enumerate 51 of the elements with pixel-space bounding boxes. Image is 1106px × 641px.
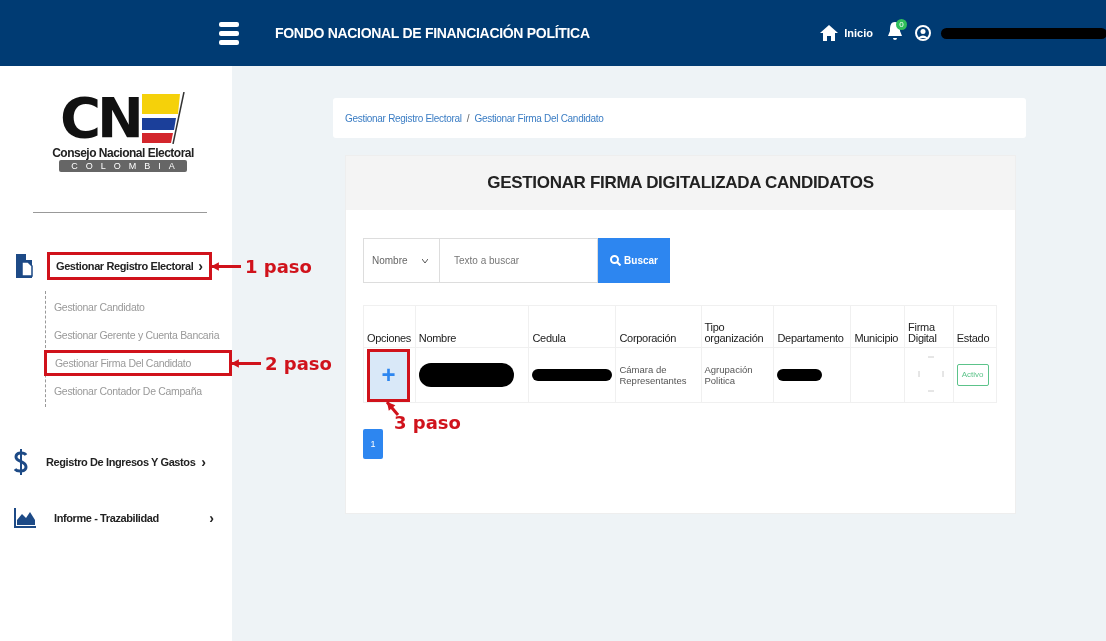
- search-button[interactable]: Buscar: [598, 238, 670, 283]
- column-header: Departamento: [773, 305, 851, 348]
- logo-country: COLOMBIA: [59, 160, 187, 172]
- user-icon[interactable]: [915, 25, 931, 41]
- home-icon[interactable]: [820, 25, 839, 41]
- column-header: Nombre: [415, 305, 529, 348]
- panel-title: GESTIONAR FIRMA DIGITALIZADA CANDIDATOS: [487, 173, 874, 193]
- status-badge: Activo: [956, 364, 989, 386]
- document-icon: [14, 254, 34, 278]
- submenu-item[interactable]: Gestionar Candidato: [46, 301, 151, 313]
- menu-icon[interactable]: [219, 21, 239, 45]
- chevron-icon: ›: [205, 510, 220, 526]
- redaction-bar: [777, 369, 823, 381]
- flag-stripes-drawing: [140, 92, 186, 144]
- search-icon: [610, 255, 622, 266]
- annotation-label: 1 paso: [245, 255, 312, 277]
- table-cell: Agrupación Politica: [704, 363, 753, 386]
- page-button[interactable]: 1: [363, 429, 383, 459]
- annotation-label: 2 paso: [265, 352, 332, 374]
- chevron-icon: ›: [194, 258, 209, 274]
- annotation-label: 3 paso: [394, 412, 461, 433]
- chevron-icon: ›: [197, 454, 212, 470]
- submenu-item[interactable]: Gestionar Contador De Campaña: [46, 385, 208, 397]
- search-input[interactable]: Texto a buscar: [440, 238, 598, 283]
- column-header: Opciones: [363, 305, 416, 348]
- submenu-item[interactable]: Gestionar Gerente y Cuenta Bancaria: [46, 329, 226, 341]
- sidebar-item[interactable]: Registro De Ingresos Y Gastos: [46, 456, 196, 468]
- logo-caption: Consejo Nacional Electoral: [52, 146, 194, 160]
- submenu-item[interactable]: Gestionar Firma Del Candidato: [47, 357, 198, 369]
- column-header: Firma Digital: [904, 305, 954, 348]
- column-header: Estado: [953, 305, 997, 348]
- column-header: Corporación: [615, 305, 701, 348]
- add-button[interactable]: +: [370, 351, 407, 399]
- notification-badge: 0: [896, 19, 907, 30]
- column-header: Tipo organización: [701, 305, 774, 348]
- dollar-icon: [14, 449, 28, 475]
- breadcrumb-link[interactable]: Gestionar Registro Electoral: [345, 112, 462, 124]
- column-header: Municipio: [850, 305, 905, 348]
- logo-letters: CN: [60, 93, 140, 143]
- table-cell: Cámara de Representantes: [619, 363, 687, 386]
- sidebar-item[interactable]: Gestionar Registro Electoral: [56, 260, 194, 272]
- area-chart-icon: [14, 508, 36, 528]
- sidebar-item[interactable]: Informe - Trazabilidad: [54, 512, 159, 524]
- caret-icon: [421, 258, 428, 263]
- breadcrumb-link[interactable]: Gestionar Firma Del Candidato: [474, 112, 604, 124]
- app-title: FONDO NACIONAL DE FINANCIACIÓN POLÍTICA: [275, 25, 590, 41]
- search-field-dropdown[interactable]: Nombre: [363, 238, 440, 283]
- home-link[interactable]: Inicio: [844, 27, 873, 39]
- breadcrumb-separator: /: [466, 112, 470, 124]
- column-header: Cedula: [528, 305, 616, 348]
- empty-signature-drawing: [918, 355, 945, 392]
